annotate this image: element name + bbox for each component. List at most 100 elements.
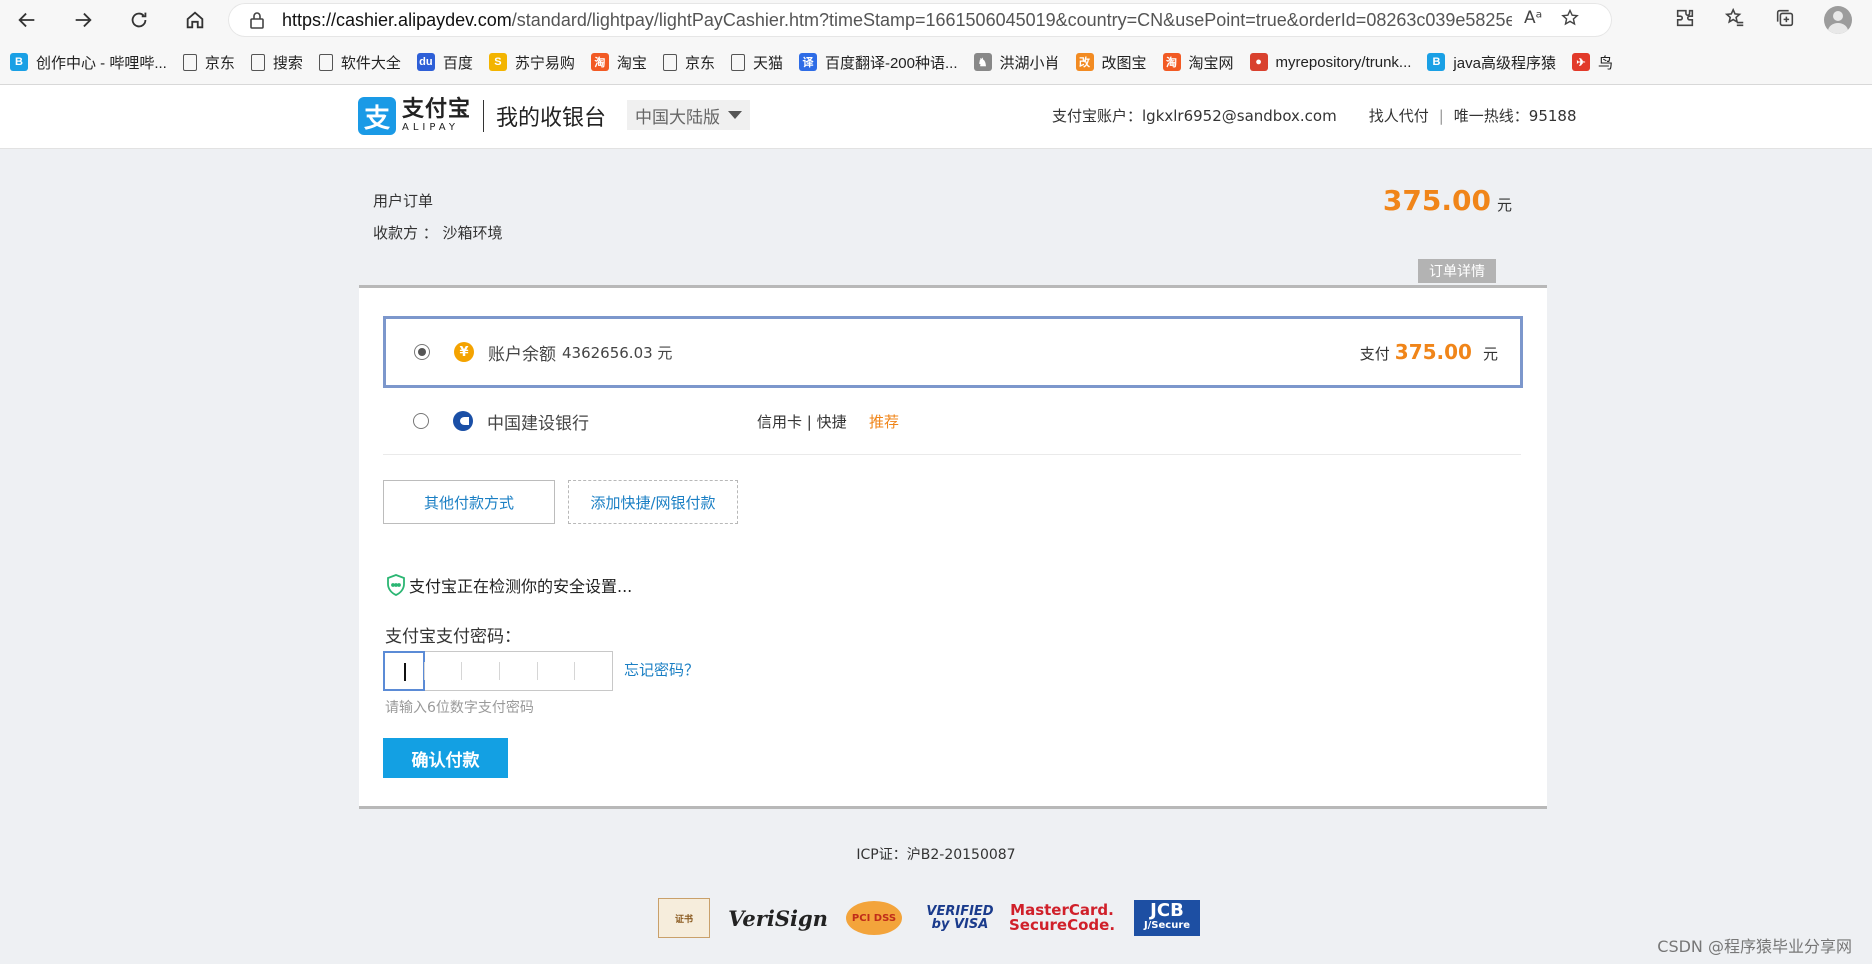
add-quick-pay-button[interactable]: 添加快捷/网银付款: [568, 480, 738, 524]
alipay-logo-icon: 支: [358, 97, 396, 135]
jcb-jsecure-badge[interactable]: JCB J/Secure: [1134, 900, 1200, 936]
find-payer-link[interactable]: 找人代付: [1369, 105, 1429, 126]
shield-icon: [385, 573, 407, 597]
bilibili-icon: B: [10, 53, 28, 71]
favorites-icon[interactable]: [1724, 7, 1746, 33]
bank-option[interactable]: 中国建设银行 信用卡 | 快捷 推荐: [383, 388, 1521, 455]
page-icon: [730, 53, 745, 71]
bookmark-item[interactable]: B 创作中心 - 哔哩哔...: [10, 52, 167, 73]
bird-icon: ♞: [973, 53, 992, 71]
extensions-icon[interactable]: [1674, 7, 1696, 33]
visa-line-2: by VISA: [931, 917, 989, 932]
gaitubao-icon: 改: [1075, 53, 1094, 71]
account-label: 支付宝账户：lgkxlr6952@sandbox.com: [1052, 107, 1337, 125]
bookmark-item[interactable]: 京东: [662, 52, 715, 73]
bookmark-label: java高级程序猿: [1453, 54, 1556, 72]
dropdown-arrow-icon: [728, 111, 742, 119]
bookmark-label: myrepository/trunk...: [1275, 53, 1412, 71]
url-text[interactable]: https://cashier.alipaydev.com/standard/l…: [282, 10, 1512, 31]
bookmark-item[interactable]: 天猫: [730, 52, 783, 73]
refresh-icon[interactable]: [122, 3, 156, 37]
forward-icon[interactable]: [66, 3, 100, 37]
bank-tags: 信用卡 | 快捷: [757, 412, 847, 431]
verisign-badge[interactable]: VeriSign: [728, 899, 828, 937]
collections-icon[interactable]: [1774, 7, 1796, 33]
baidu-translate-icon: 译: [798, 53, 817, 71]
verified-by-visa-badge[interactable]: VERIFIED by VISA: [926, 899, 993, 937]
password-digit[interactable]: [536, 652, 575, 690]
read-aloud-icon[interactable]: Aᵃ: [1524, 8, 1542, 33]
password-digit[interactable]: [574, 652, 612, 690]
password-digit[interactable]: [461, 652, 499, 690]
bookmark-item[interactable]: ♞ 洪湖小肖: [973, 52, 1060, 73]
taobao-icon: 淘: [1162, 53, 1181, 71]
back-icon[interactable]: [10, 3, 44, 37]
bookmark-item[interactable]: du 百度: [416, 52, 473, 73]
bookmark-item[interactable]: ✈ 鸟: [1571, 52, 1613, 73]
password-digit[interactable]: [383, 651, 425, 691]
suning-icon: S: [488, 53, 507, 71]
icp-license: ICP证：沪B2-20150087: [856, 847, 1016, 863]
password-digit[interactable]: [423, 652, 462, 690]
password-input[interactable]: [383, 651, 613, 691]
bank-label: 中国建设银行: [487, 413, 589, 434]
mc-line-2: SecureCode.: [1008, 916, 1116, 934]
balance-option[interactable]: ¥ 账户余额 4362656.03 元 支付 375.00 元: [383, 316, 1523, 388]
confirm-pay-button[interactable]: 确认付款: [383, 738, 508, 778]
balance-amount: 4362656.03 元: [562, 343, 673, 362]
certificate-badge[interactable]: 证书: [658, 898, 710, 938]
bookmark-label: 苏宁易购: [514, 54, 575, 72]
order-info: 用户订单 收款方 ： 沙箱环境: [373, 185, 503, 249]
logo-text-cn: 支付宝: [402, 97, 472, 122]
other-methods-button[interactable]: 其他付款方式: [383, 480, 555, 524]
order-payee: 收款方 ： 沙箱环境: [373, 224, 503, 242]
lock-icon[interactable]: [240, 11, 274, 29]
bookmark-item[interactable]: 软件大全: [318, 52, 401, 73]
browser-toolbar: https://cashier.alipaydev.com/standard/l…: [0, 0, 1872, 40]
favorite-add-icon[interactable]: [1560, 8, 1580, 33]
header-divider: |: [1438, 106, 1444, 125]
forgot-password-link[interactable]: 忘记密码？: [624, 659, 699, 680]
bookmark-item[interactable]: 译百度翻译-200种语...: [798, 52, 958, 73]
pci-dss-badge[interactable]: PCI DSS: [846, 901, 902, 935]
bookmark-item[interactable]: 改改图宝: [1075, 52, 1147, 73]
bookmarks-bar: B 创作中心 - 哔哩哔... 京东 搜索 软件大全 du 百度 S 苏宁易购淘淘宝 京东 天猫译百…: [0, 40, 1872, 85]
taobao-icon: 淘: [590, 53, 609, 71]
alipay-logo[interactable]: 支 支付宝 ALIPAY 我的收银台: [358, 97, 606, 135]
region-select[interactable]: 中国大陆版: [627, 100, 750, 130]
address-bar[interactable]: https://cashier.alipaydev.com/standard/l…: [228, 3, 1612, 37]
home-icon[interactable]: [178, 3, 212, 37]
hotline-label: 唯一热线：95188: [1453, 107, 1577, 125]
pay-label: 支付: [1359, 345, 1390, 363]
bookmark-label: 百度翻译-200种语...: [824, 54, 958, 72]
page-icon: [318, 53, 333, 71]
bookmark-item[interactable]: S 苏宁易购: [488, 52, 575, 73]
bookmark-label: 软件大全: [340, 54, 401, 72]
url-host: https://cashier.alipaydev.com: [282, 9, 512, 30]
recommend-badge: 推荐: [869, 412, 900, 431]
page-icon: [182, 53, 197, 71]
bookmark-item[interactable]: ● myrepository/trunk...: [1249, 53, 1412, 71]
balance-radio[interactable]: [414, 344, 430, 360]
pay-amount-value: 375.00: [1394, 340, 1472, 364]
order-amount: 375.00 元: [1383, 184, 1512, 217]
jcb-line-1: JCB: [1150, 900, 1184, 921]
bookmark-item[interactable]: 淘淘宝网: [1162, 52, 1234, 73]
bookmark-item[interactable]: 搜索: [250, 52, 303, 73]
bookmark-label: 京东: [684, 54, 715, 72]
bookmark-item[interactable]: 淘淘宝: [590, 52, 647, 73]
profile-avatar[interactable]: [1824, 6, 1852, 34]
bookmark-label: 改图宝: [1101, 54, 1147, 72]
bookmark-item[interactable]: 京东: [182, 52, 235, 73]
password-digit[interactable]: [499, 652, 537, 690]
watermark: CSDN @程序猿毕业分享网: [1657, 937, 1852, 956]
chrome-icon: ●: [1249, 53, 1268, 71]
order-detail-button[interactable]: 订单详情: [1418, 259, 1496, 283]
baidu-icon: du: [416, 53, 435, 71]
ccb-bank-icon: [453, 411, 473, 431]
password-hint: 请输入6位数字支付密码: [385, 700, 534, 716]
bank-radio[interactable]: [413, 413, 429, 429]
bookmark-item[interactable]: Bjava高级程序猿: [1427, 52, 1556, 73]
mastercard-securecode-badge[interactable]: MasterCard. SecureCode.: [1009, 899, 1115, 937]
order-amount-unit: 元: [1496, 196, 1512, 214]
